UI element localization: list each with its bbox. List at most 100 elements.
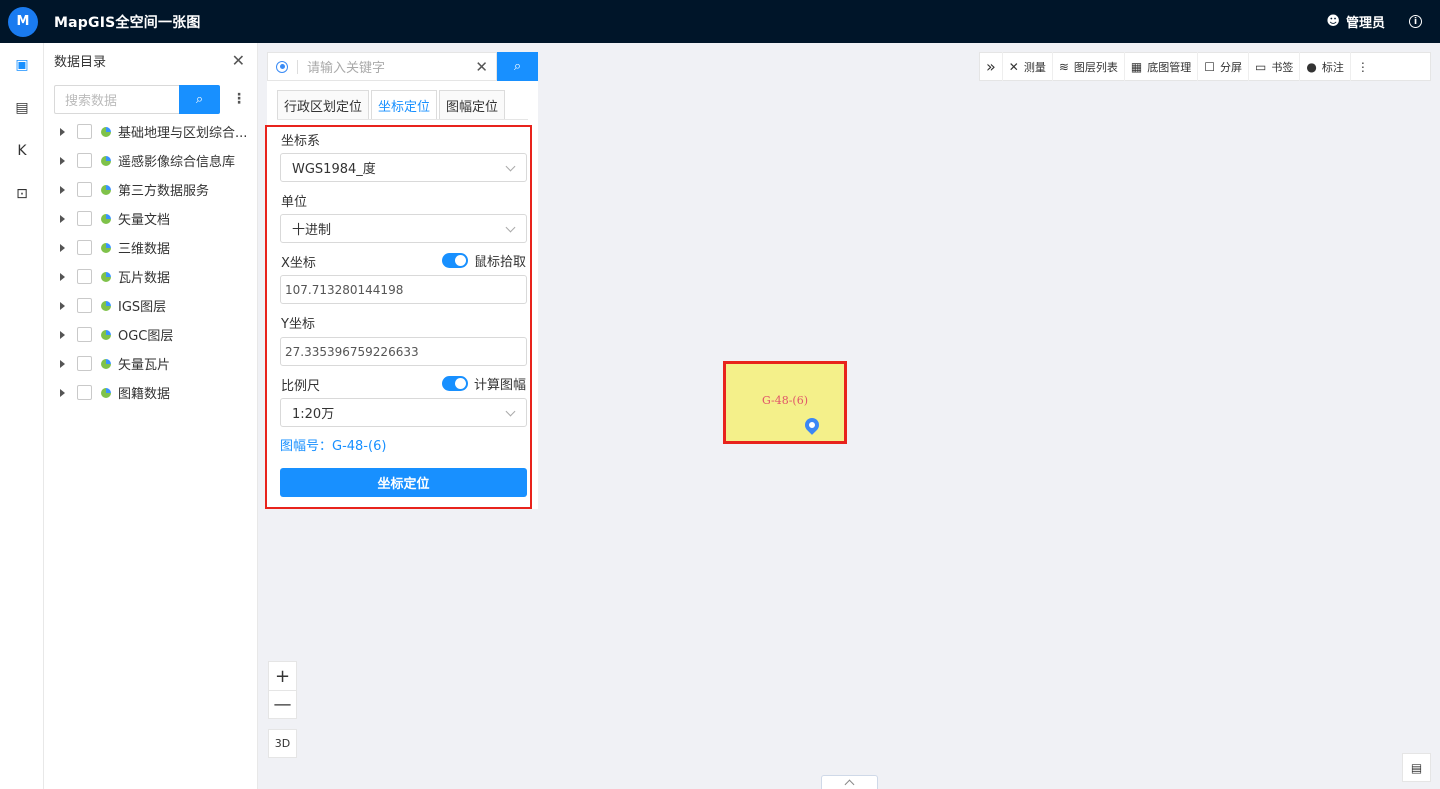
tree-item[interactable]: 第三方数据服务 [44,175,258,204]
bookmark-button[interactable]: ▭ 书签 [1249,52,1301,81]
user-icon: ☻ [1326,14,1340,29]
crs-value: WGS1984_度 [292,162,376,177]
pie-icon [101,213,111,224]
pie-icon [101,300,111,311]
tab-sheet-locate[interactable]: 图幅定位 [439,90,506,119]
caret-right-icon[interactable] [60,214,65,223]
toggle-switch[interactable] [441,376,468,391]
catalog-search-button[interactable]: ⌕ [179,85,220,114]
toolbar-more-button[interactable]: ⋮ [1351,52,1375,81]
tree-item[interactable]: 图籍数据 [44,378,258,407]
map-sheet-feature[interactable]: G-48-(6) [723,361,847,444]
measure-button[interactable]: ✕ 测量 [1003,52,1053,81]
scale-select[interactable]: 1:20万 [280,398,527,427]
pie-icon [101,242,111,253]
tab-admin-locate[interactable]: 行政区划定位 [277,90,370,119]
tree-checkbox[interactable] [77,356,92,371]
catalog-title: 数据目录 [54,54,107,70]
tree-item[interactable]: 矢量文档 [44,204,258,233]
locate-radio-icon [276,60,288,73]
chevron-down-icon [505,161,516,172]
marker-button[interactable]: ● 标注 [1300,52,1351,81]
catalog-more-icon[interactable]: ⋮ [232,91,246,107]
info-icon[interactable]: i [1409,15,1422,28]
tree-item-label: OGC图层 [118,329,174,344]
tree-checkbox[interactable] [77,298,92,313]
clear-icon[interactable]: ✕ [475,58,488,76]
tree-item[interactable]: 基础地理与区划综合... [44,117,258,146]
sheet-number: 图幅号：G-48-(6) [280,439,387,454]
tree-checkbox[interactable] [77,182,92,197]
coordinate-form: 坐标系 WGS1984_度 单位 十进制 X坐标 鼠标拾取 107.713280… [265,125,532,509]
tree-item-label: IGS图层 [118,300,167,315]
layers-toggle-button[interactable]: ▤ [1402,753,1431,782]
tree-item-label: 矢量瓦片 [118,358,171,373]
tree-checkbox[interactable] [77,269,92,284]
tree-item[interactable]: 矢量瓦片 [44,349,258,378]
calc-sheet-toggle[interactable]: 计算图幅 [441,374,526,393]
caret-right-icon[interactable] [60,156,65,165]
unit-select[interactable]: 十进制 [280,214,527,243]
zoom-in-button[interactable]: + [269,662,296,690]
zoom-control: + — [268,661,297,719]
scale-label: 比例尺 [281,379,321,394]
tree-checkbox[interactable] [77,327,92,342]
tree-checkbox[interactable] [77,240,92,255]
split-label: 分屏 [1220,60,1243,74]
rail-monitor-icon[interactable]: ⊡ [0,172,44,215]
tree-checkbox[interactable] [77,124,92,139]
tree-item-label: 图籍数据 [118,387,171,402]
user-menu[interactable]: ☻ 管理员 [1326,12,1385,31]
top-bar: M MapGIS全空间一张图 ☻ 管理员 i [0,0,1440,43]
tree-item[interactable]: OGC图层 [44,320,258,349]
caret-right-icon[interactable] [60,330,65,339]
caret-right-icon[interactable] [60,127,65,136]
toggle-switch[interactable] [441,253,468,268]
catalog-search-input[interactable]: 搜索数据 [54,85,179,114]
close-icon[interactable]: ✕ [232,51,245,70]
pie-icon [101,155,111,166]
map-sheet-label: G-48-(6) [761,394,808,407]
caret-right-icon[interactable] [60,272,65,281]
x-coordinate-input[interactable]: 107.713280144198 [280,275,527,304]
layer-list-label: 图层列表 [1073,60,1118,74]
basemap-button[interactable]: ▦ 底图管理 [1125,52,1199,81]
mouse-pick-toggle[interactable]: 鼠标拾取 [441,251,526,270]
caret-right-icon[interactable] [60,243,65,252]
zoom-out-button[interactable]: — [269,690,296,718]
bottom-panel-toggle[interactable] [821,775,878,789]
rail-cube-icon[interactable]: ▣ [0,43,44,86]
caret-right-icon[interactable] [60,301,65,310]
caret-right-icon[interactable] [60,359,65,368]
tree-checkbox[interactable] [77,153,92,168]
3d-mode-button[interactable]: 3D [268,729,297,758]
tree-item-label: 基础地理与区划综合... [118,126,248,141]
collapse-toolbar-button[interactable]: » [980,52,1003,81]
tree-item[interactable]: 三维数据 [44,233,258,262]
tree-checkbox[interactable] [77,211,92,226]
split-screen-button[interactable]: ☐ 分屏 [1198,52,1250,81]
catalog-tree: 基础地理与区划综合... 遥感影像综合信息库 第三方数据服务 矢量文档 三维数据… [44,117,258,407]
chevron-down-icon [505,222,516,233]
rail-k-icon[interactable]: K [0,129,44,172]
locate-search-button[interactable]: ⌕ [497,52,538,81]
basemap-label: 底图管理 [1147,60,1192,74]
caret-right-icon[interactable] [60,185,65,194]
tab-coordinate-locate[interactable]: 坐标定位 [371,90,438,119]
tree-item[interactable]: 遥感影像综合信息库 [44,146,258,175]
y-coordinate-input[interactable]: 27.335396759226633 [280,337,527,366]
tree-checkbox[interactable] [77,385,92,400]
crs-select[interactable]: WGS1984_度 [280,153,527,182]
locate-search-bar: 请输入关键字 ✕ ⌕ [267,52,538,81]
layer-list-button[interactable]: ≋ 图层列表 [1053,52,1125,81]
rail-dashboard-icon[interactable]: ▤ [0,86,44,129]
tree-item[interactable]: 瓦片数据 [44,262,258,291]
caret-right-icon[interactable] [60,388,65,397]
coordinate-locate-button[interactable]: 坐标定位 [280,468,527,497]
pie-icon [101,358,111,369]
tree-item-label: 遥感影像综合信息库 [118,155,236,170]
pie-icon [101,329,111,340]
tree-item[interactable]: IGS图层 [44,291,258,320]
app-title: MapGIS全空间一张图 [54,14,201,31]
locate-search-input[interactable]: 请输入关键字 ✕ [267,52,497,81]
